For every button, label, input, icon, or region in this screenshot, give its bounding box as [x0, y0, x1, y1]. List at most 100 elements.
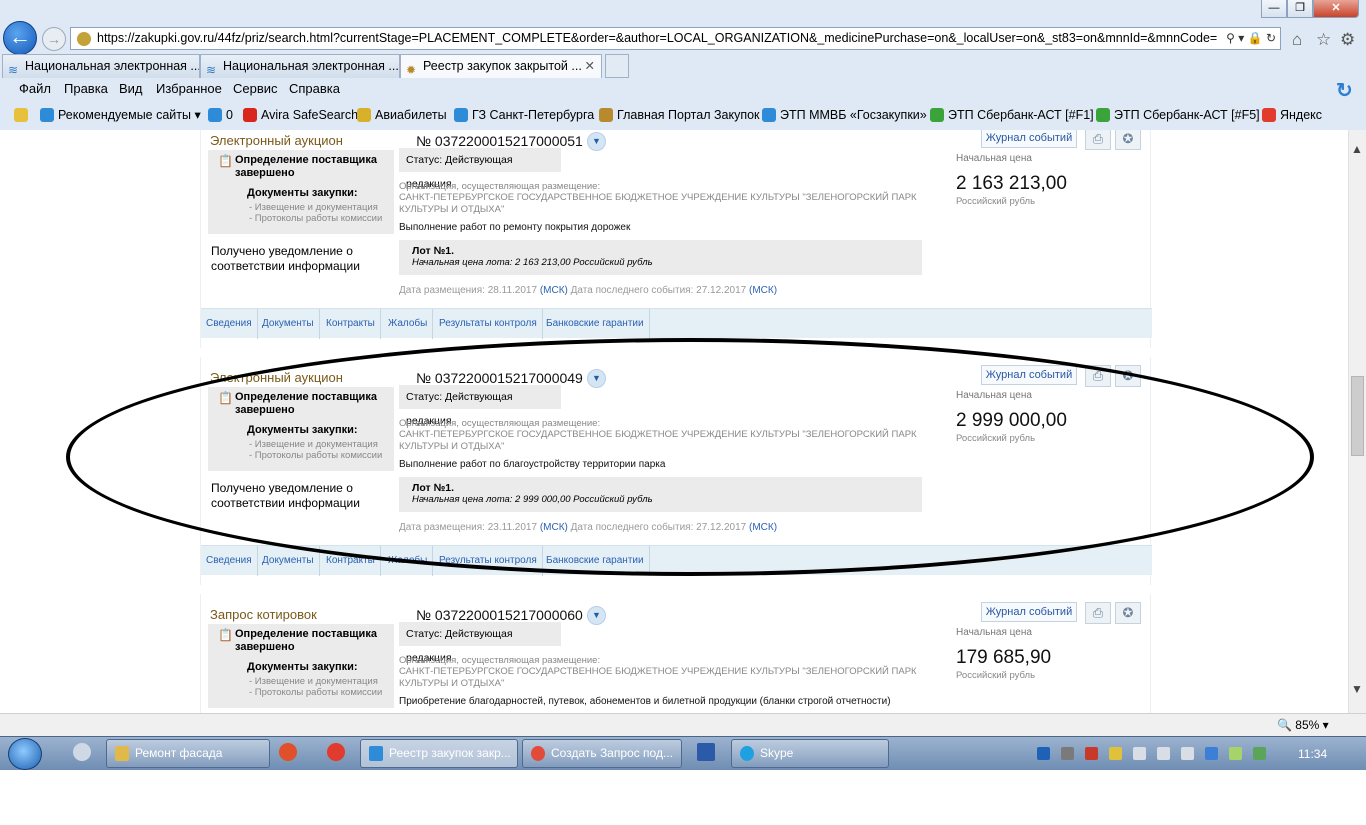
- close-tab-icon[interactable]: ✕: [585, 55, 595, 77]
- tray-app-icon[interactable]: [1229, 747, 1242, 760]
- event-journal-button[interactable]: Журнал событий: [981, 365, 1077, 385]
- yandex-icon[interactable]: [327, 743, 345, 761]
- search-icon[interactable]: ⚲: [1226, 31, 1235, 45]
- taskbar-app-folder[interactable]: Ремонт фасада: [106, 739, 270, 768]
- tab-bank-guarantees[interactable]: Банковские гарантии: [541, 546, 650, 576]
- fav-yandex[interactable]: Яндекс: [1262, 103, 1322, 127]
- app-pinned-icon[interactable]: [279, 743, 297, 761]
- scroll-up-icon[interactable]: ▲: [1351, 142, 1363, 156]
- org-name[interactable]: САНКТ-ПЕТЕРБУРГСКОЕ ГОСУДАРСТВЕННОЕ БЮДЖ…: [399, 666, 929, 690]
- taskbar-app-ie[interactable]: Реестр закупок закр...: [360, 739, 518, 768]
- close-window-button[interactable]: ✕: [1313, 0, 1359, 18]
- event-journal-button[interactable]: Журнал событий: [981, 130, 1077, 148]
- word-icon[interactable]: [697, 743, 715, 761]
- gear-icon[interactable]: ⚙: [1340, 30, 1355, 50]
- address-tools[interactable]: ⚲ ▾ 🔒 ↻: [1220, 28, 1276, 49]
- ie-compat-icon[interactable]: ↻: [1336, 78, 1362, 102]
- fav-recommended[interactable]: Рекомендуемые сайты ▾: [40, 103, 201, 127]
- menu-favorites[interactable]: Избранное: [156, 78, 222, 100]
- fav-sberbank-f1[interactable]: ЭТП Сбербанк-АСТ [#F1]: [930, 103, 1094, 127]
- event-journal-button[interactable]: Журнал событий: [981, 602, 1077, 622]
- lock-icon[interactable]: 🔒: [1248, 31, 1263, 45]
- tab-complaints[interactable]: Жалобы: [383, 546, 434, 576]
- zoom-control[interactable]: 🔍 85% ▾: [1277, 718, 1329, 732]
- tray-device-icon[interactable]: [1157, 747, 1170, 760]
- favorites-star-icon[interactable]: ☆: [1316, 30, 1331, 50]
- tab-registry[interactable]: ✹ Реестр закупок закрытой ... ✕: [400, 54, 602, 78]
- tab-control-results[interactable]: Результаты контроля: [434, 309, 543, 339]
- start-button[interactable]: [8, 738, 42, 770]
- org-name[interactable]: САНКТ-ПЕТЕРБУРГСКОЕ ГОСУДАРСТВЕННОЕ БЮДЖ…: [399, 429, 929, 453]
- tray-flag-icon[interactable]: [1181, 747, 1194, 760]
- procurement-number[interactable]: № 0372200015217000051: [416, 133, 583, 149]
- procurement-number[interactable]: № 0372200015217000060: [416, 607, 583, 623]
- tray-calendar-icon[interactable]: [1085, 747, 1098, 760]
- fav-mmvb[interactable]: ЭТП ММВБ «Госзакупки»: [762, 103, 927, 127]
- address-bar[interactable]: https://zakupki.gov.ru/44fz/priz/search.…: [70, 27, 1281, 50]
- chevron-down-icon[interactable]: ▼: [587, 606, 606, 625]
- favorites-star-icon[interactable]: [14, 103, 32, 127]
- tab-control-results[interactable]: Результаты контроля: [434, 546, 543, 576]
- forward-button[interactable]: →: [42, 27, 66, 51]
- tray-clock[interactable]: 11:34: [1298, 747, 1327, 761]
- print-icon[interactable]: ⎙: [1085, 365, 1111, 387]
- tab-contracts[interactable]: Контракты: [321, 546, 381, 576]
- menu-tools[interactable]: Сервис: [233, 78, 278, 100]
- refresh-icon[interactable]: ↻: [1266, 31, 1276, 45]
- doc-link-protocols[interactable]: - Протоколы работы комиссии: [249, 687, 382, 698]
- seal-icon[interactable]: ✪: [1115, 365, 1141, 387]
- fav-sberbank-f5[interactable]: ЭТП Сбербанк-АСТ [#F5]: [1096, 103, 1260, 127]
- tab-info[interactable]: Сведения: [201, 309, 258, 339]
- card-tabs: Сведения Документы Контракты Жалобы Резу…: [201, 308, 1152, 339]
- new-tab-button[interactable]: [605, 54, 629, 78]
- menu-file[interactable]: Файл: [19, 78, 51, 100]
- menu-edit[interactable]: Правка: [64, 78, 108, 100]
- procurement-number[interactable]: № 0372200015217000049: [416, 370, 583, 386]
- tab-documents[interactable]: Документы: [257, 309, 320, 339]
- status-badge: Статус: Действующая редакция: [399, 385, 561, 427]
- doc-link-protocols[interactable]: - Протоколы работы комиссии: [249, 213, 382, 224]
- back-button[interactable]: ←: [3, 21, 37, 55]
- menu-view[interactable]: Вид: [119, 78, 143, 100]
- taskbar-app-skype[interactable]: Skype: [731, 739, 889, 768]
- tab-national-1[interactable]: ≋ Национальная электронная ...: [2, 54, 200, 78]
- fav-flights[interactable]: Авиабилеты: [357, 103, 447, 127]
- fav-gz-spb[interactable]: ГЗ Санкт-Петербурга: [454, 103, 594, 127]
- seal-icon[interactable]: ✪: [1115, 130, 1141, 150]
- org-name[interactable]: САНКТ-ПЕТЕРБУРГСКОЕ ГОСУДАРСТВЕННОЕ БЮДЖ…: [399, 192, 929, 216]
- doc-link-protocols[interactable]: - Протоколы работы комиссии: [249, 450, 382, 461]
- doc-link-notice[interactable]: - Извещение и документация: [249, 202, 378, 213]
- org-label: Организация, осуществляющая размещение:: [399, 181, 601, 192]
- scroll-thumb[interactable]: [1351, 376, 1364, 456]
- tray-volume-icon[interactable]: [1133, 747, 1146, 760]
- tray-warning-icon[interactable]: [1109, 747, 1122, 760]
- tab-info[interactable]: Сведения: [201, 546, 258, 576]
- doc-link-notice[interactable]: - Извещение и документация: [249, 676, 378, 687]
- chevron-down-icon[interactable]: ▼: [587, 132, 606, 151]
- tray-dropbox-icon[interactable]: [1205, 747, 1218, 760]
- taskbar-app-chrome[interactable]: Создать Запрос под...: [522, 739, 682, 768]
- print-icon[interactable]: ⎙: [1085, 130, 1111, 150]
- home-icon[interactable]: ⌂: [1292, 30, 1302, 50]
- scroll-down-icon[interactable]: ▼: [1351, 682, 1363, 696]
- doc-link-notice[interactable]: - Извещение и документация: [249, 439, 378, 450]
- menu-help[interactable]: Справка: [289, 78, 340, 100]
- tray-network-icon[interactable]: [1253, 747, 1266, 760]
- tab-complaints[interactable]: Жалобы: [383, 309, 434, 339]
- tray-battery-icon[interactable]: [1061, 747, 1074, 760]
- tab-national-2[interactable]: ≋ Национальная электронная ...: [200, 54, 400, 78]
- chevron-down-icon[interactable]: ▼: [587, 369, 606, 388]
- vertical-scrollbar[interactable]: ▲ ▼: [1348, 130, 1366, 713]
- tab-documents[interactable]: Документы: [257, 546, 320, 576]
- maximize-button[interactable]: ❐: [1287, 0, 1313, 18]
- tab-contracts[interactable]: Контракты: [321, 309, 381, 339]
- fav-avira[interactable]: Avira SafeSearch: [243, 103, 358, 127]
- network-icon[interactable]: [73, 743, 91, 761]
- tab-bank-guarantees[interactable]: Банковские гарантии: [541, 309, 650, 339]
- fav-portal[interactable]: Главная Портал Закупок: [599, 103, 760, 127]
- minimize-button[interactable]: —: [1261, 0, 1287, 18]
- tray-bird-icon[interactable]: [1037, 747, 1050, 760]
- seal-icon[interactable]: ✪: [1115, 602, 1141, 624]
- fav-zero[interactable]: 0: [208, 103, 233, 127]
- print-icon[interactable]: ⎙: [1085, 602, 1111, 624]
